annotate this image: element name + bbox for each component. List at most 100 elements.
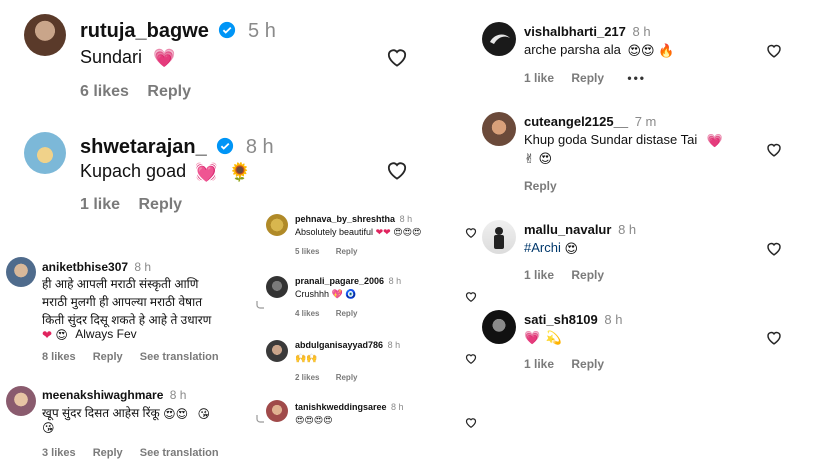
heart-eyes-emoji-icon: 😍😍 bbox=[627, 42, 655, 58]
comment-aniket: aniketbhise307 8 h ही आहे आपली मराठी संस… bbox=[0, 250, 260, 370]
avatar[interactable] bbox=[24, 14, 66, 56]
comment-text: खूप सुंदर दिसत आहेस रिंकू bbox=[42, 406, 160, 420]
timestamp: 8 h bbox=[604, 312, 623, 327]
reply-button[interactable]: Reply bbox=[571, 71, 604, 85]
likes-count[interactable]: 3 likes bbox=[42, 447, 76, 459]
avatar[interactable] bbox=[24, 132, 66, 174]
likes-count[interactable]: 2 likes bbox=[295, 373, 319, 382]
like-heart-icon[interactable] bbox=[766, 241, 782, 256]
timestamp: 8 h bbox=[169, 388, 187, 402]
heart-eyes-emoji-icon: 😍😍😍😍 bbox=[295, 415, 333, 426]
like-heart-icon[interactable] bbox=[766, 43, 782, 58]
timestamp: 8 h bbox=[134, 260, 152, 274]
avatar[interactable] bbox=[266, 340, 288, 362]
avatar[interactable] bbox=[482, 112, 516, 146]
comment-meenakshi: meenakshiwaghmare 8 h खूप सुंदर दिसत आहे… bbox=[0, 378, 260, 466]
username[interactable]: mallu_navalur bbox=[524, 222, 611, 237]
likes-count[interactable]: 4 likes bbox=[295, 309, 319, 318]
comment-sati: sati_sh8109 8 h 💗 💫 1 like Reply bbox=[478, 302, 830, 382]
comment-shwetarajan: shwetarajan_ 8 h Kupach goad 💓 🌻 1 like … bbox=[0, 120, 430, 220]
reply-button[interactable]: Reply bbox=[147, 83, 191, 100]
avatar[interactable] bbox=[6, 386, 36, 416]
heart-eyes-emoji-icon: 💓 bbox=[195, 161, 218, 182]
avatar[interactable] bbox=[482, 310, 516, 344]
avatar[interactable] bbox=[482, 220, 516, 254]
reply-button[interactable]: Reply bbox=[138, 196, 182, 213]
like-heart-icon[interactable] bbox=[465, 227, 477, 238]
hashtag-link[interactable]: #Archi bbox=[524, 240, 561, 255]
likes-count[interactable]: 1 like bbox=[524, 357, 554, 371]
reply-button[interactable]: Reply bbox=[93, 351, 123, 363]
username[interactable]: aniketbhise307 bbox=[42, 260, 128, 274]
reply-button[interactable]: Reply bbox=[336, 373, 358, 382]
heart-eyes-emoji-icon: 😍 bbox=[55, 327, 68, 342]
likes-count[interactable]: 1 like bbox=[524, 71, 554, 85]
reply-button[interactable]: Reply bbox=[571, 268, 604, 282]
heart-eyes-emoji-icon: 😍😍 bbox=[163, 406, 189, 421]
reply-button[interactable]: Reply bbox=[336, 309, 358, 318]
timestamp: 8 h bbox=[245, 136, 274, 158]
kiss-emoji-icon: 😘 bbox=[42, 420, 55, 435]
username[interactable]: pranali_pagare_2006 bbox=[295, 276, 384, 286]
timestamp: 8 h bbox=[388, 276, 402, 286]
timestamp: 8 h bbox=[387, 340, 401, 350]
like-heart-icon[interactable] bbox=[766, 330, 782, 345]
heart-eyes-emoji-icon: 😍 bbox=[564, 240, 579, 256]
username[interactable]: abdulganisayyad786 bbox=[295, 340, 383, 350]
likes-count[interactable]: 5 likes bbox=[295, 247, 319, 256]
avatar[interactable] bbox=[482, 22, 516, 56]
heart-eyes-emoji-icon: 😍😍😍 bbox=[393, 227, 422, 238]
like-heart-icon[interactable] bbox=[465, 291, 477, 302]
logo-icon bbox=[490, 34, 510, 44]
avatar[interactable] bbox=[266, 400, 288, 422]
verified-badge-icon bbox=[217, 138, 234, 155]
comment-cuteangel: cuteangel2125__ 7 m Khup goda Sundar dis… bbox=[478, 104, 830, 200]
like-heart-icon[interactable] bbox=[386, 160, 408, 180]
username[interactable]: rutuja_bagwe bbox=[80, 20, 209, 42]
likes-count[interactable]: 1 like bbox=[524, 268, 554, 282]
username[interactable]: tanishkweddingsaree bbox=[295, 402, 387, 412]
likes-count[interactable]: 6 likes bbox=[80, 83, 129, 100]
sunflower-emoji-icon: 🌻 bbox=[228, 161, 251, 182]
see-translation-button[interactable]: See translation bbox=[140, 351, 219, 363]
username[interactable]: pehnava_by_shreshtha bbox=[295, 214, 395, 224]
username[interactable]: sati_sh8109 bbox=[524, 312, 598, 327]
username[interactable]: shwetarajan_ bbox=[80, 136, 207, 158]
heart-emoji-icon: ❤❤ bbox=[375, 227, 391, 238]
person-icon bbox=[494, 227, 504, 249]
reply-button[interactable]: Reply bbox=[571, 357, 604, 371]
comment-abdul: abdulganisayyad786 8 h 🙌🙌 2 likes Reply bbox=[260, 334, 482, 386]
heart-emoji-icon: 💗 bbox=[153, 47, 176, 68]
comment-text: arche parsha ala bbox=[524, 42, 621, 57]
timestamp: 8 h bbox=[391, 402, 404, 412]
comment-line: मराठी मुलगी ही आपल्या मराठी वेषात bbox=[42, 295, 203, 309]
reply-button[interactable]: Reply bbox=[336, 247, 358, 256]
reply-indent-icon bbox=[256, 415, 264, 423]
like-heart-icon[interactable] bbox=[465, 417, 477, 428]
username[interactable]: cuteangel2125__ bbox=[524, 114, 628, 129]
likes-count[interactable]: 8 likes bbox=[42, 351, 76, 363]
comment-text: Sundari bbox=[80, 47, 143, 67]
heart-emoji-icon: 💗 bbox=[524, 329, 541, 345]
fire-emoji-icon: 🔥 bbox=[658, 42, 675, 58]
kiss-emoji-icon: 😘 bbox=[197, 406, 211, 421]
avatar[interactable] bbox=[266, 276, 288, 298]
reply-button[interactable]: Reply bbox=[93, 447, 123, 459]
likes-count[interactable]: 1 like bbox=[80, 196, 120, 213]
reply-button[interactable]: Reply bbox=[524, 179, 557, 193]
username[interactable]: vishalbharti_217 bbox=[524, 24, 626, 39]
username[interactable]: meenakshiwaghmare bbox=[42, 388, 163, 402]
like-heart-icon[interactable] bbox=[766, 142, 782, 157]
see-translation-button[interactable]: See translation bbox=[140, 447, 219, 459]
comment-text: Crushhh bbox=[295, 289, 330, 299]
avatar[interactable] bbox=[266, 214, 288, 236]
like-heart-icon[interactable] bbox=[465, 353, 477, 364]
timestamp: 8 h bbox=[632, 24, 651, 39]
like-heart-icon[interactable] bbox=[386, 47, 408, 67]
heart-emoji-icon: ❤ bbox=[42, 327, 53, 342]
avatar[interactable] bbox=[6, 257, 36, 287]
comment-mallu: mallu_navalur 8 h #Archi 😍 1 like Reply bbox=[478, 212, 830, 292]
timestamp: 5 h bbox=[248, 20, 276, 42]
comment-pranali: pranali_pagare_2006 8 h Crushhh 💖 🧿 4 li… bbox=[255, 270, 482, 324]
more-options-icon[interactable]: ••• bbox=[627, 71, 646, 85]
